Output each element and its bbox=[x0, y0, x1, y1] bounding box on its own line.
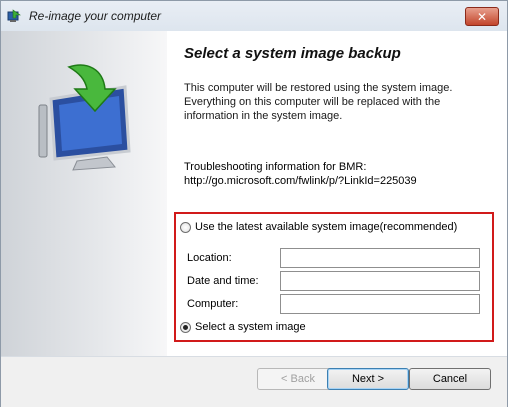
highlight-box: Use the latest available system image(re… bbox=[174, 212, 494, 342]
latest-image-radio[interactable] bbox=[180, 221, 191, 233]
button-bar: < Back Next > Cancel bbox=[1, 356, 507, 407]
title-bar[interactable]: Re-image your computer ✕ bbox=[1, 1, 507, 31]
description: This computer will be restored using the… bbox=[184, 81, 484, 123]
left-graphic-pane bbox=[1, 31, 167, 356]
close-button[interactable]: ✕ bbox=[465, 7, 499, 26]
window-title: Re-image your computer bbox=[29, 9, 162, 23]
cancel-button[interactable]: Cancel bbox=[409, 368, 491, 390]
reimage-dialog: Re-image your computer ✕ Select a system… bbox=[0, 0, 508, 407]
troubleshooting-info: Troubleshooting information for BMR: htt… bbox=[184, 160, 504, 188]
select-image-radio[interactable] bbox=[180, 321, 191, 333]
computer-restore-arrow-icon bbox=[38, 64, 131, 171]
date-time-field[interactable] bbox=[280, 271, 480, 291]
location-label: Location: bbox=[187, 252, 232, 264]
latest-image-option[interactable]: Use the latest available system image(re… bbox=[180, 221, 457, 233]
description-line: information in the system image. bbox=[184, 110, 343, 122]
computer-field[interactable] bbox=[280, 294, 480, 314]
troubleshooting-label: Troubleshooting information for BMR: bbox=[184, 161, 367, 173]
content-pane: Select a system image backup This comput… bbox=[167, 31, 507, 356]
troubleshooting-url: http://go.microsoft.com/fwlink/p/?LinkId… bbox=[184, 175, 417, 187]
description-line: Everything on this computer will be repl… bbox=[184, 96, 441, 108]
select-image-option[interactable]: Select a system image bbox=[180, 321, 306, 333]
date-time-label: Date and time: bbox=[187, 275, 259, 287]
computer-label: Computer: bbox=[187, 298, 239, 310]
location-field[interactable] bbox=[280, 248, 480, 268]
description-line: This computer will be restored using the… bbox=[184, 82, 453, 94]
restore-app-icon bbox=[7, 9, 21, 22]
next-button[interactable]: Next > bbox=[327, 368, 409, 390]
page-title: Select a system image backup bbox=[184, 45, 401, 62]
latest-image-label: Use the latest available system image(re… bbox=[195, 221, 458, 233]
select-image-label: Select a system image bbox=[195, 321, 306, 333]
